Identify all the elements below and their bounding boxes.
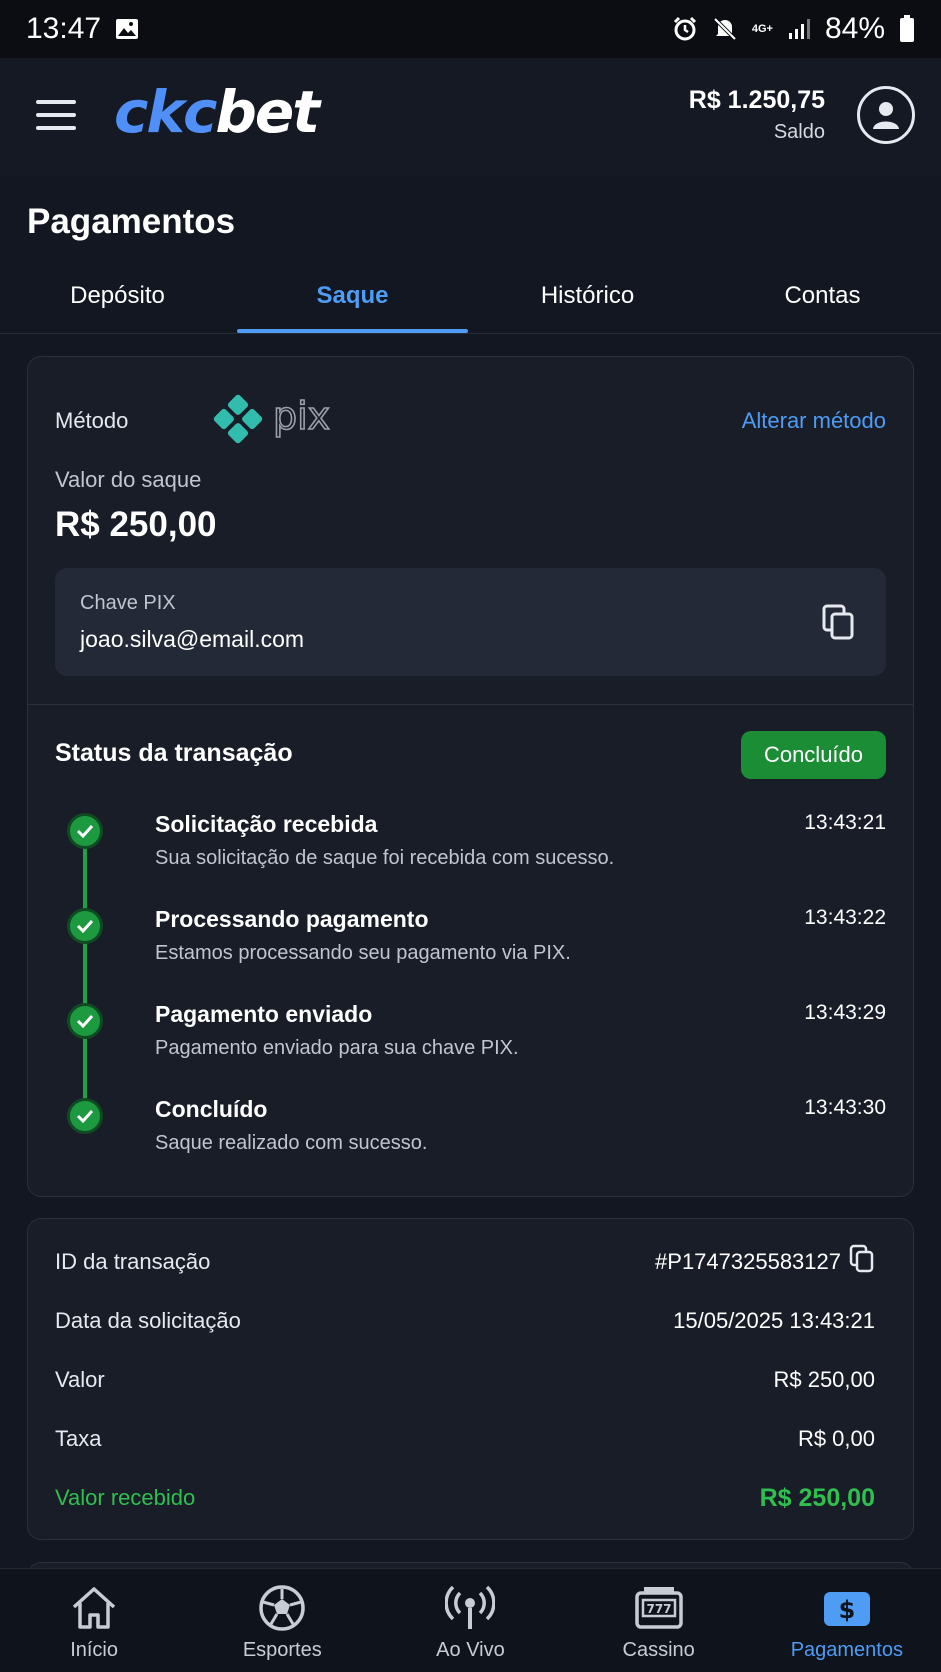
tab-contas[interactable]: Contas (705, 266, 940, 333)
clock: 13:47 (26, 12, 102, 45)
step-time: 13:43:21 (804, 811, 886, 834)
nav-item-inicio[interactable]: Início (0, 1569, 188, 1672)
check-icon (67, 1003, 103, 1039)
nav-item-pagamentos[interactable]: $ Pagamentos (753, 1569, 941, 1672)
received-amount: R$ 250,00 (759, 1483, 875, 1512)
step-description: Pagamento enviado para sua chave PIX. (155, 1037, 519, 1059)
network-type-label: 4G+ (751, 22, 773, 35)
hamburger-menu-icon[interactable] (36, 100, 76, 132)
request-date: 15/05/2025 13:43:21 (673, 1308, 875, 1333)
check-icon (67, 908, 103, 944)
detail-row-received: Valor recebido R$ 250,00 (55, 1483, 875, 1512)
withdraw-amount: R$ 250,00 (55, 505, 217, 544)
balance-amount: R$ 1.250,75 (688, 86, 825, 114)
timeline-step: Solicitação recebida Sua solicitação de … (55, 803, 886, 893)
value: R$ 250,00 (773, 1367, 875, 1392)
page-title: Pagamentos (27, 202, 236, 241)
timeline-step: Pagamento enviado Pagamento enviado para… (55, 993, 886, 1083)
pix-key-label: Chave PIX (80, 592, 176, 614)
step-title: Processando pagamento (155, 906, 429, 932)
bottom-nav: Início Esportes Ao Vivo 777 Cassino $ Pa… (0, 1568, 941, 1672)
divider (28, 704, 913, 705)
svg-text:$: $ (838, 1596, 855, 1624)
tab-deposito[interactable]: Depósito (0, 266, 235, 333)
slot-machine-icon: 777 (634, 1583, 684, 1633)
battery-icon (899, 15, 915, 43)
detail-row-transaction-id: ID da transação #P1747325583127 (55, 1244, 875, 1280)
copy-pix-key-icon[interactable] (822, 604, 856, 640)
balance-label: Saldo (773, 121, 825, 143)
pix-key-box: Chave PIX joao.silva@email.com (55, 568, 886, 676)
nav-item-esportes[interactable]: Esportes (188, 1569, 376, 1672)
detail-row-fee: Taxa R$ 0,00 (55, 1426, 875, 1451)
change-method-link[interactable]: Alterar método (742, 408, 886, 434)
signal-icon (787, 17, 811, 41)
svg-text:pix: pix (273, 394, 330, 438)
app-header: ckcbet R$ 1.250,75 Saldo (0, 58, 941, 176)
pix-logo-icon: pix (213, 391, 353, 447)
soccer-ball-icon (257, 1583, 307, 1633)
copy-transaction-id-icon[interactable] (849, 1244, 875, 1280)
step-time: 13:43:29 (804, 1001, 886, 1024)
step-title: Solicitação recebida (155, 811, 378, 837)
step-description: Estamos processando seu pagamento via PI… (155, 942, 571, 964)
step-description: Sua solicitação de saque foi recebida co… (155, 847, 615, 869)
battery-percentage: 84% (824, 12, 885, 45)
mute-icon (712, 16, 738, 42)
balance-display[interactable]: R$ 1.250,75 Saldo (689, 86, 825, 144)
step-title: Pagamento enviado (155, 1001, 373, 1027)
fee: R$ 0,00 (797, 1426, 875, 1451)
gallery-icon (115, 17, 139, 41)
nav-item-ao-vivo[interactable]: Ao Vivo (376, 1569, 564, 1672)
detail-row-value: Valor R$ 250,00 (55, 1367, 875, 1392)
timeline-step: Concluído Saque realizado com sucesso. 1… (55, 1088, 886, 1178)
live-antenna-icon (445, 1583, 496, 1633)
step-description: Saque realizado com sucesso. (155, 1132, 428, 1154)
tab-saque[interactable]: Saque (235, 266, 470, 333)
timeline-step: Processando pagamento Estamos processand… (55, 898, 886, 988)
tab-historico[interactable]: Histórico (470, 266, 705, 333)
status-title: Status da transação (55, 739, 293, 767)
transaction-id: #P1747325583127 (655, 1249, 841, 1274)
status-bar: 13:47 4G+ 84% (0, 0, 941, 58)
svg-text:777: 777 (646, 1602, 671, 1616)
pix-key-value: joao.silva@email.com (80, 626, 305, 652)
method-row: Método pix Alterar método (55, 393, 886, 444)
logo[interactable]: ckcbet (114, 78, 320, 146)
withdraw-card: Método pix Alterar método Valor do saque… (27, 356, 914, 1197)
dollar-icon: $ (822, 1583, 872, 1633)
tab-bar: Depósito Saque Histórico Contas (0, 266, 941, 334)
user-avatar-icon[interactable] (857, 86, 915, 144)
step-title: Concluído (155, 1096, 268, 1122)
step-time: 13:43:30 (804, 1096, 886, 1119)
check-icon (67, 1098, 103, 1134)
step-time: 13:43:22 (804, 906, 886, 929)
nav-item-cassino[interactable]: 777 Cassino (565, 1569, 753, 1672)
withdraw-amount-label: Valor do saque (55, 467, 202, 492)
status-badge: Concluído (741, 731, 886, 779)
check-icon (67, 813, 103, 849)
alarm-icon (672, 16, 698, 42)
detail-row-request-date: Data da solicitação 15/05/2025 13:43:21 (55, 1308, 875, 1333)
transaction-details-card: ID da transação #P1747325583127 Data da … (27, 1218, 914, 1540)
method-label: Método (55, 408, 129, 433)
home-icon (69, 1583, 119, 1633)
